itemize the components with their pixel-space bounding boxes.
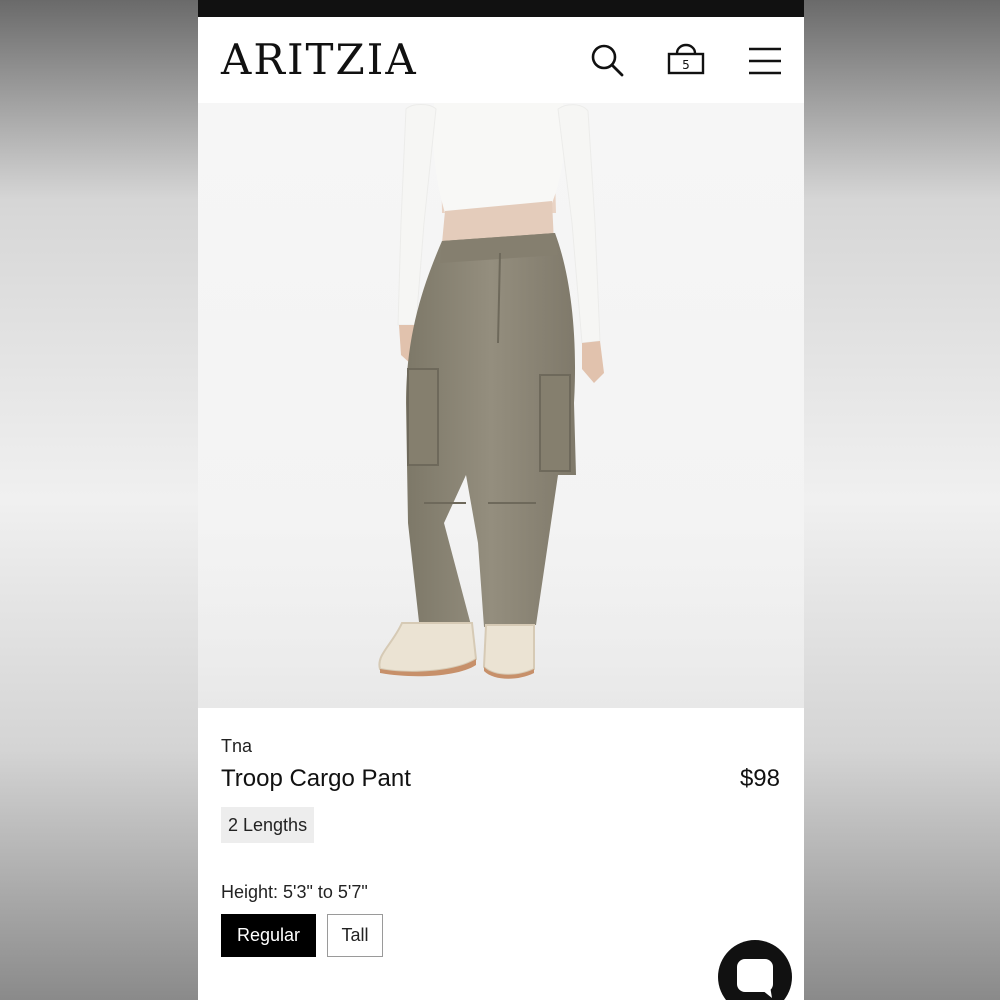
aritzia-logo[interactable]: ARITZIA — [221, 37, 418, 83]
chat-button[interactable] — [718, 940, 792, 1000]
product-brand[interactable]: Tna — [221, 736, 252, 757]
model-illustration — [198, 103, 804, 708]
phone-screen: ARITZIA 5 Tna Troop Cargo Pant $98 2 Len… — [198, 0, 804, 1000]
lengths-badge: 2 Lengths — [221, 807, 315, 843]
menu-icon[interactable] — [745, 41, 785, 81]
site-header: ARITZIA 5 — [198, 17, 804, 103]
chat-bubble-icon — [737, 959, 773, 998]
search-icon[interactable] — [588, 41, 628, 81]
left-backdrop — [0, 0, 198, 1000]
length-tall-button[interactable]: Tall — [327, 914, 383, 957]
status-bar — [198, 0, 804, 17]
product-image[interactable] — [198, 103, 804, 708]
product-price: $98 — [739, 765, 780, 792]
bag-count-badge: 5 — [682, 58, 690, 72]
product-info: Tna Troop Cargo Pant $98 2 Lengths Heigh… — [198, 708, 804, 1000]
right-backdrop — [804, 0, 1000, 1000]
product-name: Troop Cargo Pant — [221, 765, 411, 792]
length-regular-button[interactable]: Regular — [221, 914, 316, 957]
height-label: Height: 5'3" to 5'7" — [221, 882, 368, 902]
shopping-bag-icon[interactable]: 5 — [666, 41, 706, 81]
